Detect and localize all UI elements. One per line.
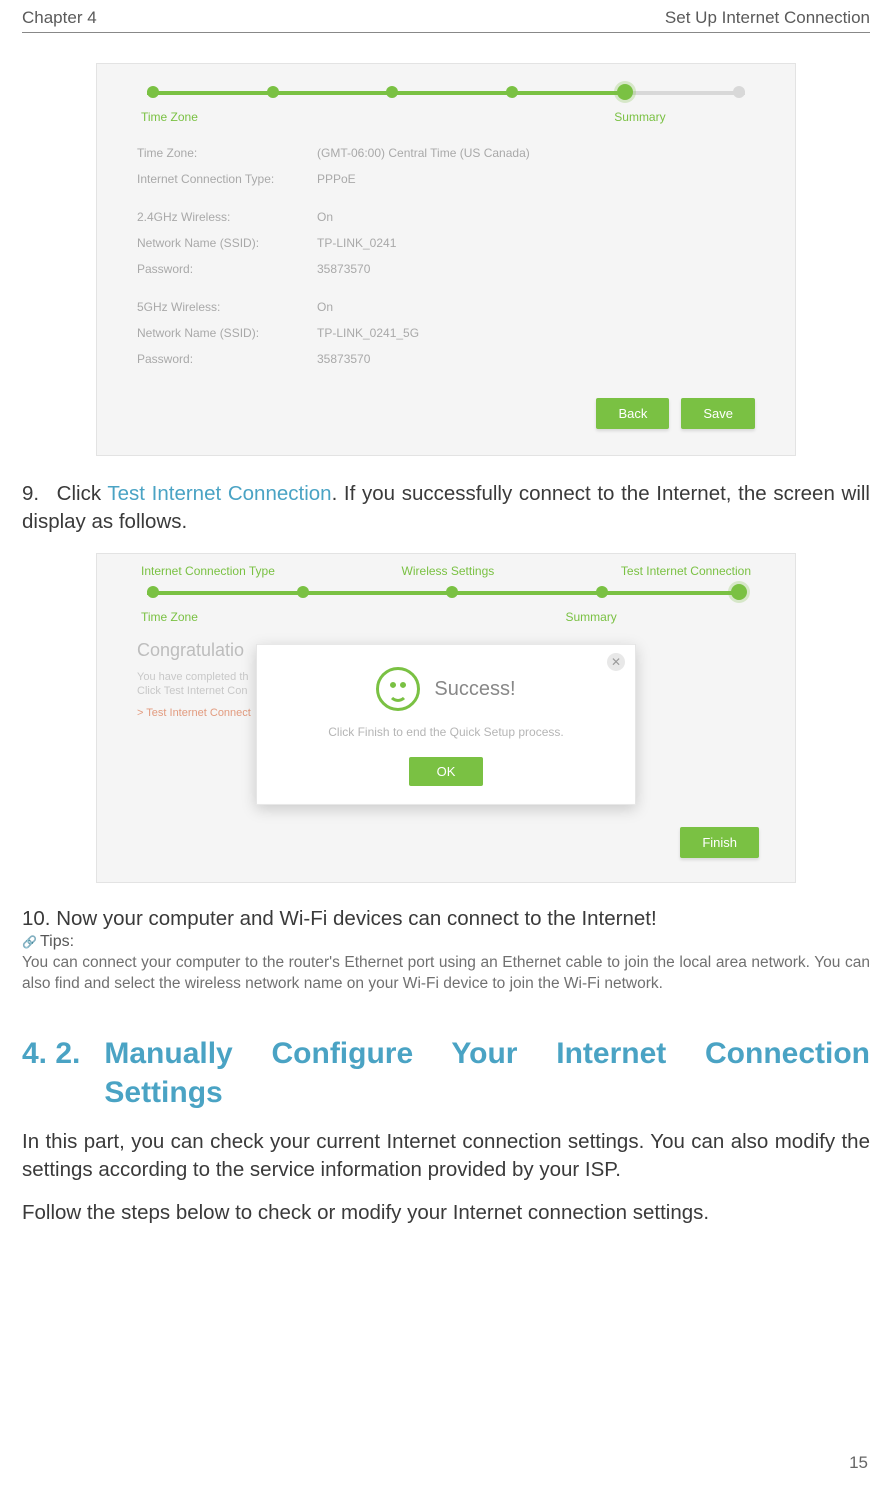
summary-row: 5GHz Wireless: On (137, 294, 755, 320)
page-number: 15 (849, 1453, 868, 1473)
summary-row: Password: 35873570 (137, 346, 755, 372)
step-text-pre: Click (57, 482, 108, 505)
step-number: 9. (22, 480, 50, 508)
section-heading: 4. 2. Manually Configure Your Internet C… (22, 1035, 870, 1112)
row-key: Password: (137, 352, 317, 366)
row-key: 2.4GHz Wireless: (137, 210, 317, 224)
summary-row: Internet Connection Type: PPPoE (137, 166, 755, 192)
back-button[interactable]: Back (596, 398, 669, 429)
summary-row: 2.4GHz Wireless: On (137, 204, 755, 230)
tips-label-text: Tips: (40, 933, 74, 950)
summary-row: Time Zone: (GMT-06:00) Central Time (US … (137, 140, 755, 166)
row-value: 35873570 (317, 352, 370, 366)
header-left: Chapter 4 (22, 8, 97, 28)
finish-button[interactable]: Finish (680, 827, 759, 858)
smiley-icon (376, 667, 420, 711)
summary-row: Network Name (SSID): TP-LINK_0241 (137, 230, 755, 256)
summary-row: Password: 35873570 (137, 256, 755, 282)
row-key: Time Zone: (137, 146, 317, 160)
modal-title-row: Success! (277, 667, 615, 711)
section-paragraph-1: In this part, you can check your current… (22, 1128, 870, 1185)
tips-body: You can connect your computer to the rou… (22, 953, 870, 995)
progress-bar (147, 582, 745, 604)
section-paragraph-2: Follow the steps below to check or modif… (22, 1199, 870, 1227)
progress-bar (147, 82, 745, 104)
row-key: Internet Connection Type: (137, 172, 317, 186)
success-modal: ✕ Success! Click Finish to end the Quick… (256, 644, 636, 805)
row-value: 35873570 (317, 262, 370, 276)
screenshot-summary-panel: Time Zone Summary Time Zone: (GMT-06:00)… (96, 63, 796, 456)
progress-label-timezone: Time Zone (141, 110, 198, 124)
row-key: Network Name (SSID): (137, 326, 317, 340)
progress-labels: Time Zone Summary (141, 610, 751, 624)
progress-top-label: Internet Connection Type (141, 564, 275, 578)
row-key: Network Name (SSID): (137, 236, 317, 250)
row-value: On (317, 300, 333, 314)
ok-button[interactable]: OK (409, 757, 484, 786)
step-10-text: 10. Now your computer and Wi-Fi devices … (22, 907, 870, 931)
modal-subtitle: Click Finish to end the Quick Setup proc… (277, 725, 615, 739)
link-icon: 🔗 (22, 935, 37, 949)
page-header: Chapter 4 Set Up Internet Connection (22, 0, 870, 32)
tips-label: 🔗Tips: (22, 933, 870, 951)
row-key: Password: (137, 262, 317, 276)
summary-row: Network Name (SSID): TP-LINK_0241_5G (137, 320, 755, 346)
progress-label-summary: Summary (565, 610, 616, 624)
test-internet-connection-link: Test Internet Connection (107, 482, 331, 505)
button-bar: Back Save (137, 398, 755, 429)
progress-label-timezone: Time Zone (141, 610, 198, 624)
section-number: 4. 2. (22, 1035, 80, 1073)
progress-top-label: Wireless Settings (402, 564, 495, 578)
section-title: Manually Configure Your Internet Connect… (104, 1035, 870, 1112)
row-value: PPPoE (317, 172, 356, 186)
modal-title: Success! (434, 678, 515, 701)
row-value: On (317, 210, 333, 224)
screenshot-success-panel: Internet Connection Type Wireless Settin… (96, 553, 796, 883)
step-9-text: 9. Click Test Internet Connection. If yo… (22, 480, 870, 535)
save-button[interactable]: Save (681, 398, 755, 429)
row-value: (GMT-06:00) Central Time (US Canada) (317, 146, 530, 160)
row-value: TP-LINK_0241_5G (317, 326, 419, 340)
header-right: Set Up Internet Connection (665, 8, 870, 28)
header-rule (22, 32, 870, 33)
row-value: TP-LINK_0241 (317, 236, 396, 250)
row-key: 5GHz Wireless: (137, 300, 317, 314)
progress-top-label: Test Internet Connection (621, 564, 751, 578)
progress-labels: Time Zone Summary (141, 110, 751, 124)
progress-top-labels: Internet Connection Type Wireless Settin… (141, 564, 751, 578)
progress-label-summary: Summary (614, 110, 665, 124)
close-icon[interactable]: ✕ (607, 653, 625, 671)
